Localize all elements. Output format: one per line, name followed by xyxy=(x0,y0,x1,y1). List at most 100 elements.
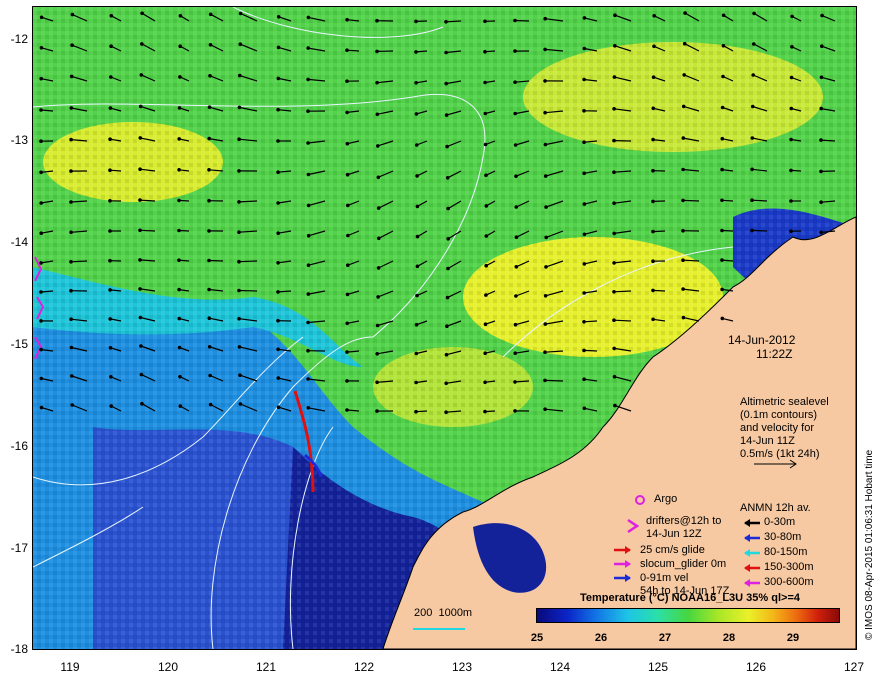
velocity-arrow-head xyxy=(651,106,656,111)
sealevel-line: 14-Jun 11Z xyxy=(740,435,795,447)
velocity-arrow-head xyxy=(720,228,724,233)
velocity-arrow-head xyxy=(750,104,755,109)
velocity-arrow-head xyxy=(582,77,586,82)
y-tick-label: -12 xyxy=(10,32,28,46)
y-tick-label: -14 xyxy=(10,235,28,249)
velocity-arrow-head xyxy=(346,233,350,238)
x-tick-label: 120 xyxy=(157,660,179,674)
velocity-arrow-head xyxy=(345,408,349,412)
velocity-arrow-head xyxy=(138,287,142,291)
velocity-arrow-head xyxy=(138,136,143,140)
velocity-arrow-head xyxy=(444,410,448,415)
velocity-arrow-head xyxy=(483,49,487,54)
velocity-arrow-head xyxy=(582,348,586,353)
velocity-arrow-head xyxy=(70,12,75,17)
velocity-arrow-head xyxy=(750,228,754,233)
velocity-arrow-head xyxy=(681,198,685,203)
velocity-arrow-head xyxy=(306,172,311,177)
velocity-arrow-head xyxy=(178,75,182,79)
velocity-arrow-head xyxy=(375,352,380,356)
velocity-arrow-head xyxy=(139,344,143,348)
velocity-arrow-head xyxy=(108,106,113,110)
y-tick-label: -17 xyxy=(10,541,28,555)
velocity-arrow-head xyxy=(276,76,281,81)
velocity-arrow-head xyxy=(544,205,548,209)
velocity-arrow-head xyxy=(238,402,243,406)
velocity-arrow-head xyxy=(207,345,212,349)
velocity-arrow-head xyxy=(789,75,794,80)
velocity-arrow-head xyxy=(108,346,113,350)
velocity-arrow-head xyxy=(415,234,420,239)
velocity-arrow-head xyxy=(444,381,449,386)
x-tick-label: 126 xyxy=(745,660,767,674)
velocity-arrow-head xyxy=(108,258,112,263)
velocity-arrow-head xyxy=(819,138,823,142)
velocity-arrow-head xyxy=(346,263,350,268)
velocity-arrow-head xyxy=(543,407,547,412)
velocity-arrow-head xyxy=(582,171,586,176)
velocity-arrow-head xyxy=(276,261,280,265)
velocity-arrow-head xyxy=(177,316,182,321)
velocity-arrow-head xyxy=(375,80,379,85)
velocity-arrow-head xyxy=(414,351,419,356)
velocity-arrow-head xyxy=(819,169,823,174)
velocity-arrow xyxy=(751,229,768,232)
anmn-arrow-icon xyxy=(744,534,760,542)
velocity-arrow-head xyxy=(237,316,241,321)
velocity-arrow-head xyxy=(345,79,349,83)
velocity-arrow-head xyxy=(484,173,488,178)
velocity-arrow-head xyxy=(582,140,586,144)
velocity-arrow-head xyxy=(140,11,144,16)
velocity-arrow-head xyxy=(306,320,310,325)
velocity-arrow-head xyxy=(39,261,43,265)
colorbar-tick: 27 xyxy=(658,632,672,644)
velocity-arrow-head xyxy=(375,323,380,328)
velocity-arrow-head xyxy=(514,265,519,269)
velocity-arrow-head xyxy=(612,261,616,265)
velocity-arrow-head xyxy=(39,405,44,410)
velocity-arrow-head xyxy=(207,258,211,263)
velocity-arrow-head xyxy=(375,112,380,117)
velocity-arrow-head xyxy=(483,322,488,327)
velocity-arrow-head xyxy=(140,42,144,46)
velocity-arrow-head xyxy=(543,142,548,147)
velocity-arrow-head xyxy=(444,20,448,24)
velocity-arrow-head xyxy=(375,380,379,385)
velocity-arrow-head xyxy=(108,168,112,172)
velocity-arrow-head xyxy=(237,259,241,264)
velocity-arrow-head xyxy=(207,316,212,321)
velocity-arrow-head xyxy=(276,347,280,352)
velocity-arrow-head xyxy=(582,262,587,266)
velocity-arrow-head xyxy=(513,380,517,384)
velocity-arrow-head xyxy=(484,263,489,268)
colorbar-tick: 26 xyxy=(594,632,608,644)
velocity-arrow-head xyxy=(237,345,242,349)
velocity-arrow-head xyxy=(39,170,43,175)
velocity-arrow-head xyxy=(414,81,418,85)
velocity-arrow-head xyxy=(445,144,449,149)
velocity-arrow-head xyxy=(681,104,686,109)
legend-glide: 25 cm/s glide xyxy=(640,544,705,556)
velocity-arrow-head xyxy=(69,345,74,350)
velocity-arrow-head xyxy=(138,167,142,171)
velocity-arrow-head xyxy=(651,199,655,204)
velocity-arrow-head xyxy=(446,266,450,271)
velocity-arrow-head xyxy=(69,74,74,79)
velocity-arrow-head xyxy=(681,315,686,320)
anmn-label: 300-600m xyxy=(764,576,814,588)
legend-drifters: drifters@12h to xyxy=(646,515,722,527)
velocity-arrow-head xyxy=(651,259,655,263)
velocity-arrow-head xyxy=(345,17,349,22)
y-tick-label: -13 xyxy=(10,133,28,147)
velocity-arrow-head xyxy=(651,75,656,79)
velocity-arrow-head xyxy=(681,136,686,140)
velocity-arrow-head xyxy=(790,45,794,49)
velocity-arrow-head xyxy=(544,265,548,269)
velocity-arrow-head xyxy=(720,258,724,262)
velocity-arrow-head xyxy=(109,75,113,79)
velocity-arrow-head xyxy=(109,404,113,408)
velocity-arrow-head xyxy=(177,168,181,172)
velocity-arrow-head xyxy=(276,170,280,174)
velocity-arrow-head xyxy=(39,376,44,381)
velocity-arrow-head xyxy=(69,230,73,235)
